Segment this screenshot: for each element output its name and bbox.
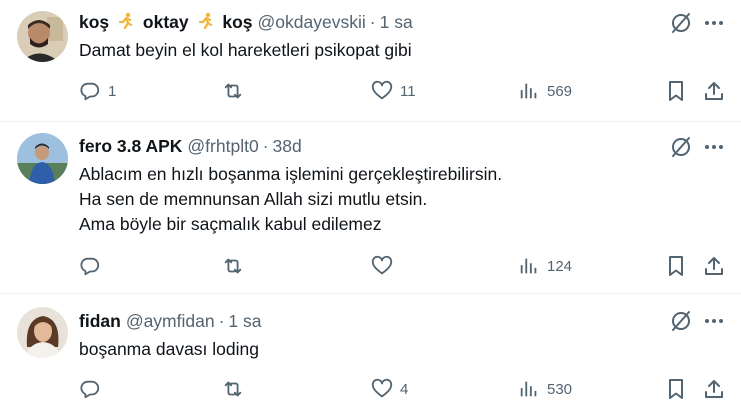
avatar-frhtplt0[interactable] [17, 133, 68, 184]
views-button[interactable]: 569 [518, 79, 572, 103]
views-button[interactable]: 530 [518, 377, 572, 401]
views-chart-icon [520, 381, 537, 397]
tweet-2[interactable]: fero 3.8 APK @frhtplt0 · 38d Ablacım en … [0, 121, 741, 293]
like-button[interactable]: 4 [371, 377, 408, 401]
timestamp[interactable]: 1 sa [228, 310, 261, 332]
grok-icon[interactable] [669, 11, 693, 35]
runner-emoji-icon [197, 12, 215, 30]
handle[interactable]: @frhtplt0 [187, 135, 258, 157]
more-icon[interactable] [703, 12, 725, 34]
like-button[interactable]: 11 [371, 79, 416, 103]
tweet-3[interactable]: fidan @aymfidan · 1 sa boşanma davası lo… [0, 293, 741, 411]
reply-button[interactable] [79, 254, 108, 278]
tweet-text-line: Damat beyin el kol hareketleri psikopat … [79, 40, 412, 60]
views-chart-icon [520, 83, 537, 99]
timestamp[interactable]: 38d [273, 135, 302, 157]
more-icon[interactable] [703, 136, 725, 158]
grok-icon[interactable] [669, 309, 693, 333]
display-name[interactable]: fidan [79, 310, 121, 332]
bookmark-icon[interactable] [665, 378, 687, 400]
avatar-okdayevskii[interactable] [17, 11, 68, 62]
heart-icon [371, 378, 393, 398]
display-name[interactable]: koş oktay koş [79, 11, 253, 33]
reply-icon [80, 380, 100, 399]
more-icon[interactable] [703, 310, 725, 332]
retweet-icon [224, 83, 242, 99]
separator-dot: · [262, 136, 269, 156]
bookmark-icon[interactable] [665, 255, 687, 277]
tweet-text-line: Ablacım en hızlı boşanma işlemini gerçek… [79, 164, 503, 184]
tweet-text: Damat beyin el kol hareketleri psikopat … [79, 38, 412, 63]
share-icon[interactable] [703, 378, 725, 400]
handle[interactable]: @okdayevskii [258, 11, 366, 33]
like-button[interactable] [371, 254, 400, 278]
tweet-header: koş oktay koş @okdayevskii · 1 sa [79, 11, 413, 33]
bookmark-icon[interactable] [665, 80, 687, 102]
retweet-button[interactable] [222, 79, 251, 103]
reply-button[interactable]: 1 [79, 79, 116, 103]
views-button[interactable]: 124 [518, 254, 572, 278]
handle[interactable]: @aymfidan [126, 310, 215, 332]
retweet-icon [224, 258, 242, 274]
heart-icon [371, 80, 393, 100]
share-icon[interactable] [703, 255, 725, 277]
reply-icon [80, 257, 100, 276]
views-count: 530 [547, 380, 573, 398]
timestamp[interactable]: 1 sa [380, 11, 413, 33]
retweet-button[interactable] [222, 377, 251, 401]
display-name[interactable]: fero 3.8 APK [79, 135, 182, 157]
tweet-header: fidan @aymfidan · 1 sa [79, 310, 262, 332]
reply-count: 1 [108, 82, 117, 100]
share-icon[interactable] [703, 80, 725, 102]
reply-button[interactable] [79, 377, 108, 401]
separator-dot: · [218, 311, 225, 331]
views-count: 569 [547, 82, 573, 100]
tweet-header: fero 3.8 APK @frhtplt0 · 38d [79, 135, 302, 157]
avatar-aymfidan[interactable] [17, 307, 68, 358]
views-chart-icon [520, 258, 537, 274]
heart-icon [371, 255, 393, 275]
tweet-text-line: Ama böyle bir saçmalık kabul edilemez [79, 214, 382, 234]
retweet-button[interactable] [222, 254, 251, 278]
like-count: 4 [400, 380, 409, 398]
tweet-text: Ablacım en hızlı boşanma işlemini gerçek… [79, 162, 502, 237]
views-count: 124 [547, 257, 573, 275]
tweet-text-line: Ha sen de memnunsan Allah sizi mutlu ets… [79, 189, 428, 209]
grok-icon[interactable] [669, 135, 693, 159]
retweet-icon [224, 381, 242, 397]
like-count: 11 [400, 82, 416, 100]
tweet-text: boşanma davası loding [79, 337, 259, 362]
reply-icon [80, 82, 100, 101]
runner-emoji-icon [117, 12, 135, 30]
separator-dot: · [369, 12, 376, 32]
tweet-text-line: boşanma davası loding [79, 339, 259, 359]
tweet-1[interactable]: koş oktay koş @okdayevskii · 1 sa Damat … [0, 0, 741, 121]
